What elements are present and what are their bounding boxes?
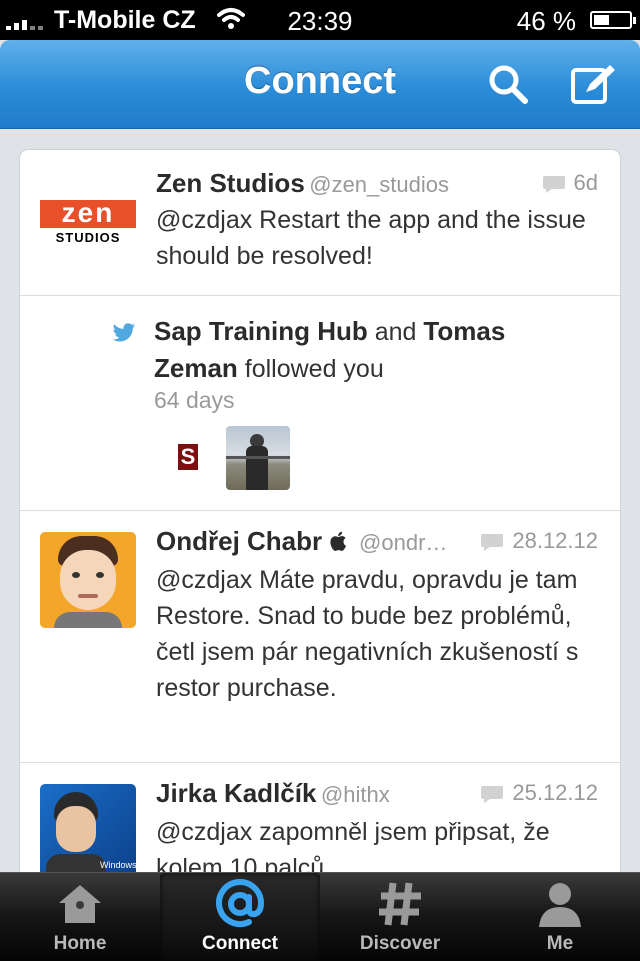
page-title: Connect — [244, 60, 396, 102]
compose-icon[interactable] — [570, 62, 618, 108]
hash-icon — [379, 882, 421, 926]
follow-item[interactable]: Sap Training Hub and Tomas Zeman followe… — [20, 295, 620, 511]
reply-bubble-icon — [542, 176, 565, 194]
tweet-item[interactable]: Windows Jirka Kadlčík @hithx 25.12.12 @c… — [20, 762, 620, 880]
author-handle: @zen_studios — [309, 172, 449, 197]
tweet-text: @czdjax Máte pravdu, opravdu je tam Rest… — [156, 566, 579, 702]
author-name[interactable]: Jirka Kadlčík — [156, 778, 316, 808]
avatar[interactable] — [40, 532, 136, 628]
zen-logo: zen — [40, 199, 136, 228]
person-silhouette-body — [246, 446, 268, 490]
follower-thumb[interactable]: S — [162, 426, 226, 490]
tab-home[interactable]: Home — [0, 873, 160, 961]
zen-logo-subtitle: STUDIOS — [55, 230, 121, 245]
tweet-meta: 28.12.12 — [480, 528, 598, 554]
avatar[interactable]: Windows — [40, 784, 136, 880]
tweet-text: @czdjax Restart the app and the issue sh… — [156, 206, 586, 270]
avatar-face — [60, 550, 116, 610]
avatar-face — [56, 806, 96, 852]
apple-icon — [329, 531, 346, 551]
tweet-time: 6d — [573, 170, 598, 195]
author-name[interactable]: Zen Studios — [156, 168, 305, 198]
tweet-item[interactable]: zen STUDIOS Zen Studios @zen_studios 6d … — [20, 150, 620, 296]
tweet-time: 28.12.12 — [512, 528, 598, 553]
avatar[interactable]: zen STUDIOS — [40, 178, 136, 274]
tab-me[interactable]: Me — [480, 873, 640, 961]
tweet-time: 25.12.12 — [512, 780, 598, 805]
reply-bubble-icon — [481, 534, 504, 552]
author-handle: @ondr… — [359, 530, 448, 555]
tab-label: Connect — [202, 933, 278, 954]
tab-label: Home — [53, 933, 107, 954]
tab-discover[interactable]: Discover — [320, 873, 480, 961]
twitter-bird-icon — [112, 323, 136, 342]
tweet-item[interactable]: Ondřej Chabr @ondr… 28.12.12 @czdjax Mát… — [20, 510, 620, 763]
tweet-text: @czdjax zapomněl jsem připsat, že kolem … — [156, 818, 550, 880]
at-icon — [216, 879, 265, 927]
battery-icon — [590, 11, 636, 29]
avatar-mouth — [78, 594, 98, 598]
connect-feed[interactable]: zen STUDIOS Zen Studios @zen_studios 6d … — [20, 150, 620, 880]
navigation-bar: Connect — [0, 40, 640, 129]
follower-name[interactable]: Sap Training Hub — [154, 316, 368, 346]
avatar-shirt — [54, 612, 122, 628]
search-icon[interactable] — [486, 62, 530, 106]
reply-bubble-icon — [481, 786, 504, 804]
tweet-meta: 6d — [542, 170, 598, 196]
avatar-eyes — [72, 572, 80, 578]
follower-thumb[interactable] — [226, 426, 290, 490]
battery-percentage: 46 % — [516, 6, 576, 36]
person-icon — [539, 883, 581, 927]
avatar-eyes — [96, 572, 104, 578]
author-handle: @hithx — [320, 782, 390, 807]
author-name[interactable]: Ondřej Chabr — [156, 526, 322, 556]
home-icon — [59, 885, 101, 923]
status-bar: T-Mobile CZ 23:39 46 % — [0, 0, 640, 40]
follow-time: 64 days — [154, 387, 235, 413]
tab-label: Discover — [359, 933, 441, 954]
windows-label: Windows — [100, 860, 136, 870]
tab-connect[interactable]: Connect — [160, 873, 320, 961]
follow-joiner: and — [374, 318, 417, 346]
follow-action: followed you — [244, 355, 384, 383]
tab-label: Me — [546, 933, 574, 954]
thumb-letter: S — [178, 444, 198, 470]
railing — [226, 456, 290, 459]
tab-bar: Home Connect Discover Me — [0, 872, 640, 961]
tweet-meta: 25.12.12 — [480, 780, 598, 806]
